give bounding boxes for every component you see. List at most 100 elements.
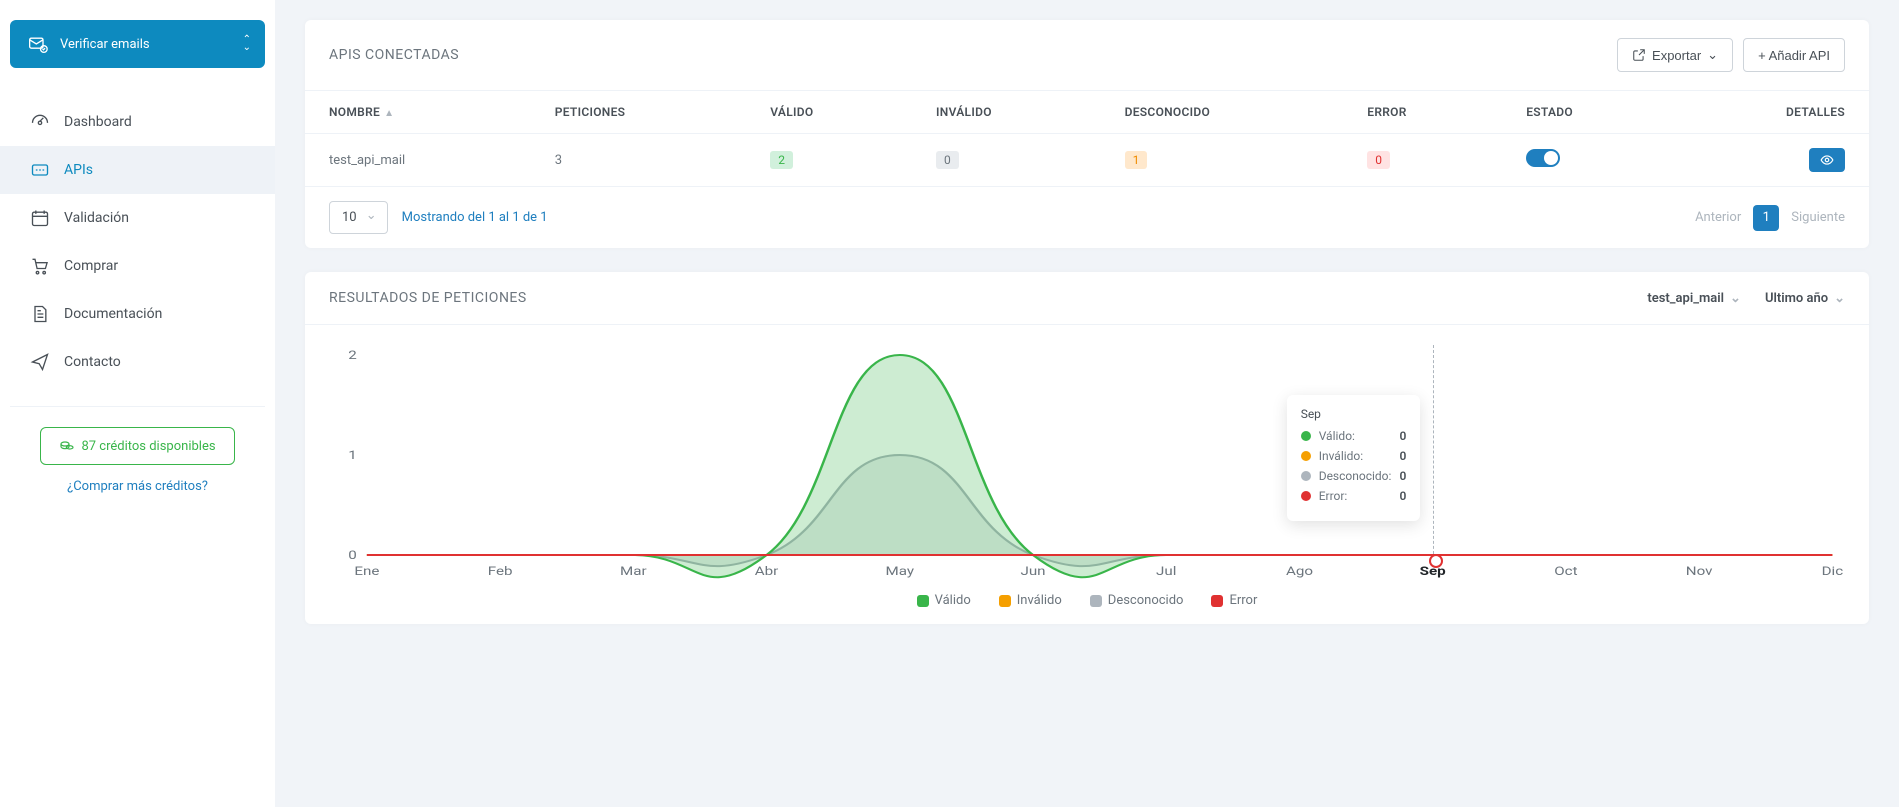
chart-svg[interactable]: 012EneFebMarAbrMayJunJulAgoSepOctNovDic [329, 345, 1845, 585]
table-row: test_api_mail 3 2 0 1 0 [305, 134, 1869, 187]
col-name[interactable]: NOMBRE▲ [305, 91, 531, 134]
apis-table: NOMBRE▲ PETICIONES VÁLIDO INVÁLIDO DESCO… [305, 91, 1869, 186]
svg-text:Dic: Dic [1822, 564, 1844, 578]
cell-requests: 3 [531, 134, 747, 187]
legend-dot [1211, 595, 1223, 607]
verify-emails-button[interactable]: Verificar emails ⌃⌄ [10, 20, 265, 68]
sidebar-item-label: Documentación [64, 306, 162, 322]
tooltip-title: Sep [1301, 407, 1407, 421]
page-number[interactable]: 1 [1753, 205, 1779, 231]
legend-error[interactable]: Error [1211, 593, 1257, 608]
cell-state [1502, 134, 1674, 187]
footer-left: 10 Mostrando del 1 al 1 de 1 [329, 201, 548, 234]
cell-invalid: 0 [912, 134, 1101, 187]
cell-name: test_api_mail [305, 134, 531, 187]
cell-valid: 2 [746, 134, 912, 187]
sidebar: Verificar emails ⌃⌄ Dashboard APIs Valid… [0, 0, 275, 807]
sidebar-item-label: Contacto [64, 354, 121, 370]
svg-text:Ene: Ene [354, 564, 379, 578]
svg-text:0: 0 [348, 548, 357, 562]
chevron-down-icon: ⌄ [1834, 291, 1845, 306]
col-unknown[interactable]: DESCONOCIDO [1101, 91, 1344, 134]
col-state[interactable]: ESTADO [1502, 91, 1674, 134]
chevron-updown-icon: ⌃⌄ [243, 36, 251, 52]
col-error[interactable]: ERROR [1343, 91, 1502, 134]
export-icon [1632, 48, 1646, 62]
gauge-icon [30, 112, 50, 132]
sidebar-item-dashboard[interactable]: Dashboard [0, 98, 275, 146]
export-button[interactable]: Exportar ⌄ [1617, 38, 1733, 72]
results-card: RESULTADOS DE PETICIONES test_api_mail ⌄… [305, 272, 1869, 624]
state-toggle[interactable] [1526, 149, 1560, 167]
showing-text: Mostrando del 1 al 1 de 1 [402, 210, 548, 225]
export-label: Exportar [1652, 48, 1701, 63]
legend-label: Inválido [1017, 593, 1062, 608]
main-content: APIS CONECTADAS Exportar ⌄ + Añadir API … [275, 0, 1899, 807]
unknown-pill: 1 [1125, 151, 1148, 169]
chart-hover-line [1433, 345, 1434, 564]
invalid-pill: 0 [936, 151, 959, 169]
col-details[interactable]: DETALLES [1674, 91, 1869, 134]
pagination: Anterior 1 Siguiente [1695, 205, 1845, 231]
apis-card-header: APIS CONECTADAS Exportar ⌄ + Añadir API [305, 20, 1869, 91]
apis-card-actions: Exportar ⌄ + Añadir API [1617, 38, 1845, 72]
legend-valid[interactable]: Válido [917, 593, 971, 608]
sidebar-nav: Dashboard APIs Validación Comprar Docume… [0, 98, 275, 386]
sidebar-item-buy[interactable]: Comprar [0, 242, 275, 290]
calendar-icon [30, 208, 50, 228]
sort-asc-icon: ▲ [384, 108, 394, 119]
apis-card-title: APIS CONECTADAS [329, 47, 459, 63]
sidebar-item-label: Dashboard [64, 114, 132, 130]
col-valid[interactable]: VÁLIDO [746, 91, 912, 134]
credits-badge[interactable]: 87 créditos disponibles [40, 427, 235, 465]
svg-text:Mar: Mar [620, 564, 647, 578]
svg-text:Jun: Jun [1020, 564, 1045, 578]
cell-unknown: 1 [1101, 134, 1344, 187]
svg-text:Jul: Jul [1156, 564, 1176, 578]
api-icon [30, 160, 50, 180]
send-icon [30, 352, 50, 372]
col-requests[interactable]: PETICIONES [531, 91, 747, 134]
filter-range-select[interactable]: Ultimo año ⌄ [1765, 291, 1845, 306]
sidebar-item-docs[interactable]: Documentación [0, 290, 275, 338]
sidebar-item-label: Comprar [64, 258, 118, 274]
sidebar-item-contact[interactable]: Contacto [0, 338, 275, 386]
sidebar-item-apis[interactable]: APIs [0, 146, 275, 194]
verify-emails-label: Verificar emails [60, 37, 150, 52]
buy-more-link[interactable]: ¿Comprar más créditos? [0, 479, 275, 494]
svg-text:Nov: Nov [1686, 564, 1713, 578]
divider [10, 406, 265, 407]
apis-card: APIS CONECTADAS Exportar ⌄ + Añadir API … [305, 20, 1869, 248]
legend-unknown[interactable]: Desconocido [1090, 593, 1184, 608]
results-card-header: RESULTADOS DE PETICIONES test_api_mail ⌄… [305, 272, 1869, 325]
cell-details [1674, 134, 1869, 187]
legend-dot [999, 595, 1011, 607]
prev-page[interactable]: Anterior [1695, 210, 1741, 225]
cart-icon [30, 256, 50, 276]
page-size-select[interactable]: 10 [329, 201, 388, 234]
legend-label: Válido [935, 593, 971, 608]
sidebar-item-validation[interactable]: Validación [0, 194, 275, 242]
cell-error: 0 [1343, 134, 1502, 187]
legend-invalid[interactable]: Inválido [999, 593, 1062, 608]
legend-dot [1090, 595, 1102, 607]
view-details-button[interactable] [1809, 148, 1845, 172]
valid-pill: 2 [770, 151, 793, 169]
svg-text:Ago: Ago [1286, 564, 1313, 578]
chart-body: 012EneFebMarAbrMayJunJulAgoSepOctNovDic … [305, 325, 1869, 624]
col-invalid[interactable]: INVÁLIDO [912, 91, 1101, 134]
add-api-button[interactable]: + Añadir API [1743, 38, 1845, 72]
credits-label: 87 créditos disponibles [81, 439, 215, 454]
chevron-down-icon: ⌄ [1730, 291, 1741, 306]
svg-text:1: 1 [348, 448, 357, 462]
sidebar-item-label: Validación [64, 210, 129, 226]
filter-api-select[interactable]: test_api_mail ⌄ [1647, 291, 1741, 306]
legend-label: Desconocido [1108, 593, 1184, 608]
error-pill: 0 [1367, 151, 1390, 169]
svg-text:Oct: Oct [1554, 564, 1577, 578]
filter-range-label: Ultimo año [1765, 291, 1828, 306]
legend-label: Error [1229, 593, 1257, 608]
next-page[interactable]: Siguiente [1791, 210, 1845, 225]
mail-check-icon [28, 34, 48, 54]
apis-card-footer: 10 Mostrando del 1 al 1 de 1 Anterior 1 … [305, 186, 1869, 248]
